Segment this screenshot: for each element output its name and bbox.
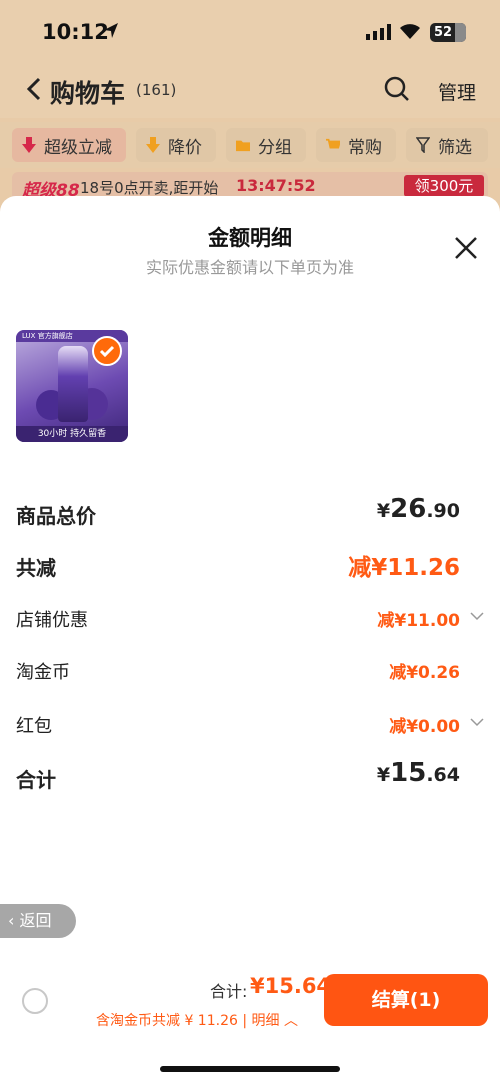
promo-text: 18号0点开卖,距开始: [80, 179, 219, 197]
shop-discount-label: 店铺优惠: [16, 610, 88, 631]
coin-discount-value: 减¥0.26: [389, 663, 460, 683]
row-sum: 合计 ¥15.64: [16, 758, 484, 794]
promo-countdown: 13:47:52: [236, 176, 316, 195]
filter-chips: 超级立减 降价 分组 常购 筛选: [0, 122, 500, 168]
bottom-total-value: ¥15.64: [250, 974, 332, 998]
filter-icon: [416, 137, 430, 153]
product-thumbnail[interactable]: LUX 官方旗舰店 30小时 持久留香: [16, 330, 128, 442]
wifi-icon: [400, 24, 420, 39]
chip-price-drop[interactable]: 降价: [136, 128, 216, 162]
red-packet-label: 红包: [16, 716, 52, 737]
chevron-down-icon: [470, 718, 484, 727]
back-chevron-icon[interactable]: [26, 76, 42, 102]
chip-frequent[interactable]: 常购: [316, 128, 396, 162]
row-total-price: 商品总价 ¥26.90: [16, 494, 484, 530]
row-shop-discount[interactable]: 店铺优惠 减¥11.00: [16, 602, 484, 636]
bottom-total-label: 合计:: [210, 982, 248, 1001]
cart-header: 购物车 (161) 管理: [0, 62, 500, 118]
status-bar: 10:12 52: [0, 0, 500, 62]
row-red-packet[interactable]: 红包 减¥0.00: [16, 708, 484, 742]
coin-discount-label: 淘金币: [16, 662, 70, 683]
status-time: 10:12: [42, 20, 109, 44]
checkout-bar: 合计: ¥15.64 含淘金币共减 ¥ 11.26 | 明细 ︿ 结算(1): [0, 962, 500, 1082]
arrow-down-icon: [146, 137, 160, 153]
battery-icon: 52: [430, 23, 466, 42]
chevron-left-icon: ‹: [8, 911, 15, 930]
folder-icon: [236, 140, 250, 152]
product-bottle: [58, 346, 88, 422]
total-discount-value: 减¥11.26: [348, 555, 460, 581]
shop-discount-value: 减¥11.00: [377, 611, 460, 631]
search-icon[interactable]: [384, 76, 410, 102]
manage-button[interactable]: 管理: [438, 78, 476, 105]
row-coin-discount: 淘金币 减¥0.26: [16, 654, 484, 688]
checkout-button[interactable]: 结算(1): [324, 974, 488, 1026]
sum-value: ¥15.64: [376, 758, 460, 788]
back-pill-button[interactable]: ‹ 返回: [0, 904, 76, 938]
home-indicator: [160, 1066, 340, 1072]
total-price-label: 商品总价: [16, 504, 96, 528]
location-arrow-icon: [104, 23, 118, 38]
close-icon[interactable]: [454, 236, 478, 260]
arrow-down-icon: [22, 137, 36, 153]
cellular-signal-icon: [366, 24, 391, 40]
chip-group[interactable]: 分组: [226, 128, 306, 162]
selected-check-icon[interactable]: [92, 336, 122, 366]
sum-label: 合计: [16, 768, 56, 792]
chevron-up-icon: ︿: [283, 1013, 298, 1029]
total-discount-label: 共减: [16, 556, 56, 580]
amount-detail-sheet: 金额明细 实际优惠金额请以下单页为准 LUX 官方旗舰店 30小时 持久留香 商…: [0, 196, 500, 1082]
sheet-title: 金额明细: [208, 226, 292, 250]
total-price-value: ¥26.90: [376, 494, 460, 524]
red-packet-value: 减¥0.00: [389, 717, 460, 737]
chip-super-discount[interactable]: 超级立减: [12, 128, 126, 162]
chevron-down-icon: [470, 612, 484, 621]
get-coupon-button[interactable]: 领300元: [404, 175, 484, 197]
page-title: 购物车: [50, 79, 126, 108]
row-total-discount: 共减 减¥11.26: [16, 548, 484, 582]
cart-count: (161): [136, 81, 177, 99]
sheet-subtitle: 实际优惠金额请以下单页为准: [145, 258, 354, 277]
chip-filter[interactable]: 筛选: [406, 128, 488, 162]
discount-detail-link[interactable]: 含淘金币共减 ¥ 11.26 | 明细 ︿: [96, 1010, 298, 1030]
product-tagline: 30小时 持久留香: [16, 426, 128, 442]
cart-icon: [326, 138, 340, 149]
select-all-radio[interactable]: [22, 988, 48, 1014]
